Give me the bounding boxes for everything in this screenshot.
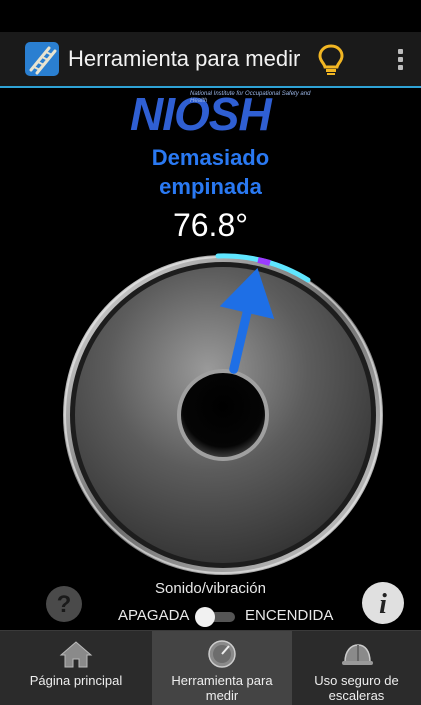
home-icon [59, 641, 93, 668]
toggle-on-label: ENCENDIDA [245, 607, 334, 624]
more-options-icon[interactable] [388, 46, 412, 74]
switch-thumb [195, 607, 215, 627]
hardhat-icon [341, 644, 373, 665]
slope-status: Demasiado empinada [0, 143, 421, 201]
nav-ladder-safety-label: Uso seguro de escaleras [314, 673, 399, 703]
sound-toggle-row: APAGADA ENCENDIDA [0, 606, 421, 628]
angle-gauge [63, 253, 383, 575]
current-angle-marker [257, 257, 271, 266]
status-line-2: empinada [159, 174, 262, 199]
status-line-1: Demasiado [151, 145, 270, 170]
sound-vibration-label: Sonido/vibración [155, 580, 266, 597]
nav-ladder-safety[interactable]: Uso seguro de escaleras [292, 631, 421, 705]
bottom-navigation: Página principal Herramienta para medir … [0, 630, 421, 705]
niosh-logo: NIOSH National Institute for Occupationa… [130, 89, 310, 139]
nav-measuring-tool-label: Herramienta para medir [171, 673, 273, 703]
nav-home-label: Página principal [29, 673, 123, 688]
ladder-app-icon[interactable] [24, 41, 60, 77]
nav-home[interactable]: Página principal [0, 631, 152, 705]
app-title: Herramienta para medir [68, 46, 301, 71]
angle-readout: 76.8° [172, 207, 249, 243]
nav-measuring-tool[interactable]: Herramienta para medir [152, 631, 292, 705]
niosh-subtitle: National Institute for Occupational Safe… [190, 91, 311, 104]
status-bar [0, 0, 421, 32]
gauge-icon [208, 640, 236, 668]
toggle-off-label: APAGADA [118, 607, 190, 624]
lightbulb-icon[interactable] [316, 43, 346, 77]
app-bar: Herramienta para medir [0, 32, 421, 88]
sound-toggle-switch[interactable] [195, 607, 237, 627]
